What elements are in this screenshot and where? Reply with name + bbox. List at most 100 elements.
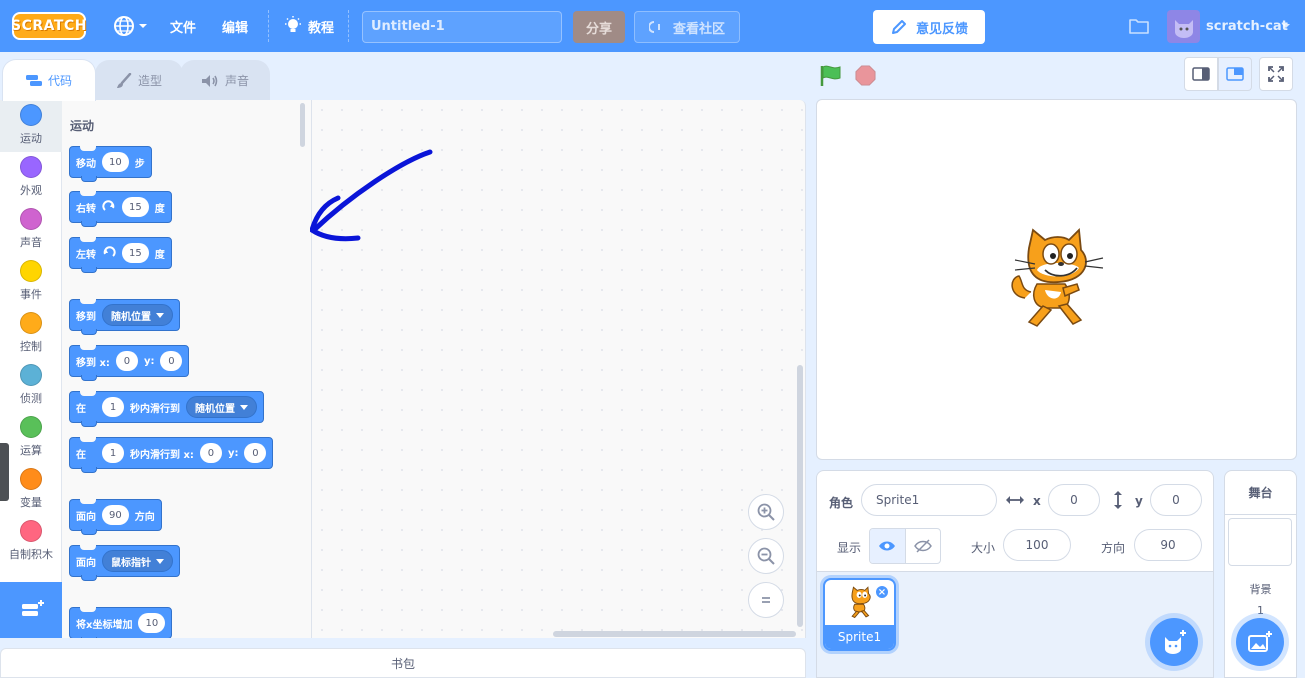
username-label[interactable]: scratch-cat bbox=[1206, 0, 1288, 52]
scratch-cat-sprite[interactable] bbox=[1007, 226, 1107, 334]
normal-stage-icon bbox=[1226, 67, 1244, 81]
add-backdrop-button[interactable] bbox=[1236, 618, 1284, 666]
point-direction-block[interactable]: 面向 90 方向 bbox=[69, 499, 162, 535]
eye-slash-icon bbox=[914, 539, 932, 553]
vertical-arrows-icon bbox=[1114, 491, 1122, 509]
stage-canvas[interactable] bbox=[816, 99, 1297, 460]
direction-input[interactable]: 90 bbox=[102, 505, 129, 525]
workspace-horizontal-scrollbar[interactable] bbox=[553, 631, 796, 637]
size-input[interactable]: 100 bbox=[1003, 529, 1071, 561]
horizontal-arrows-icon bbox=[1006, 496, 1024, 504]
backdrops-label: 背景 bbox=[1249, 583, 1272, 596]
zoom-out-button[interactable] bbox=[748, 538, 784, 574]
scratch-logo[interactable]: SCRATCH bbox=[11, 12, 86, 40]
category-sensing[interactable]: 侦测 bbox=[0, 360, 62, 412]
x-input[interactable]: 0 bbox=[199, 443, 222, 463]
workspace-vertical-scrollbar[interactable] bbox=[797, 365, 803, 627]
x-input[interactable]: 0 bbox=[115, 351, 138, 371]
category-sound[interactable]: 声音 bbox=[0, 204, 62, 256]
change-x-input[interactable]: 10 bbox=[138, 613, 166, 633]
edit-menu[interactable]: 编辑 bbox=[222, 0, 248, 52]
chevron-down-icon[interactable] bbox=[1281, 22, 1291, 30]
resize-handle[interactable] bbox=[0, 443, 9, 501]
globe-icon bbox=[114, 16, 134, 36]
turn-left-block[interactable]: 左转 15 度 bbox=[69, 237, 172, 273]
block-label: 移到 bbox=[76, 311, 96, 323]
stage-panel-title: 舞台 bbox=[1225, 471, 1296, 515]
stop-icon[interactable] bbox=[855, 65, 876, 86]
block-label: 右转 bbox=[76, 203, 96, 215]
degrees-input[interactable]: 15 bbox=[122, 243, 149, 263]
zoom-reset-button[interactable] bbox=[748, 582, 784, 618]
project-title-input[interactable]: Untitled-1 bbox=[362, 11, 562, 43]
goto-target-dropdown[interactable]: 随机位置 bbox=[102, 304, 173, 326]
goto-xy-block[interactable]: 移到 x: 0 y: 0 bbox=[69, 345, 190, 381]
language-menu[interactable] bbox=[113, 0, 148, 52]
category-looks[interactable]: 外观 bbox=[0, 152, 62, 204]
tab-code[interactable]: 代码 bbox=[2, 59, 96, 101]
stage-thumbnail[interactable] bbox=[1228, 518, 1292, 566]
block-label: y: bbox=[227, 447, 239, 459]
pencil-icon bbox=[891, 20, 906, 34]
see-community-button[interactable]: 查看社区 bbox=[634, 11, 740, 43]
hide-sprite-button[interactable] bbox=[904, 529, 940, 563]
direction-input[interactable]: 90 bbox=[1134, 529, 1202, 561]
point-towards-block[interactable]: 面向 鼠标指针 bbox=[69, 545, 180, 581]
seconds-input[interactable]: 1 bbox=[102, 397, 124, 417]
x-position-input[interactable]: 0 bbox=[1048, 484, 1100, 516]
y-input[interactable]: 0 bbox=[160, 351, 183, 371]
tab-code-label: 代码 bbox=[47, 74, 72, 88]
glide-target-dropdown[interactable]: 随机位置 bbox=[186, 396, 257, 418]
share-button[interactable]: 分享 bbox=[573, 11, 625, 43]
category-motion[interactable]: 运动 bbox=[0, 100, 62, 152]
looks-color-dot bbox=[20, 156, 42, 178]
eye-icon bbox=[879, 541, 896, 551]
add-sprite-button[interactable] bbox=[1150, 618, 1198, 666]
brush-icon bbox=[116, 72, 132, 88]
seconds-input[interactable]: 1 bbox=[102, 443, 124, 463]
glide-xy-block[interactable]: 在 1 秒内滑行到 x: 0 y: 0 bbox=[69, 437, 274, 473]
tab-costumes[interactable]: 造型 bbox=[95, 60, 183, 100]
category-label: 事件 bbox=[20, 288, 42, 301]
backdrops-count: 1 bbox=[1257, 604, 1264, 617]
goto-block[interactable]: 移到 随机位置 bbox=[69, 299, 180, 335]
category-control[interactable]: 控制 bbox=[0, 308, 62, 360]
tutorials-button[interactable]: 教程 bbox=[284, 0, 334, 52]
change-x-block[interactable]: 将x坐标增加 10 bbox=[69, 607, 173, 638]
fullscreen-button[interactable] bbox=[1259, 57, 1293, 91]
steps-input[interactable]: 10 bbox=[102, 152, 129, 172]
block-label: 秒内滑行到 bbox=[130, 403, 180, 415]
normal-stage-button[interactable] bbox=[1218, 57, 1252, 91]
add-extension-button[interactable] bbox=[0, 582, 66, 638]
zoom-in-button[interactable] bbox=[748, 494, 784, 530]
folder-icon[interactable] bbox=[1128, 16, 1150, 36]
glide-to-block[interactable]: 在 1 秒内滑行到 随机位置 bbox=[69, 391, 264, 427]
y-input[interactable]: 0 bbox=[244, 443, 267, 463]
y-position-input[interactable]: 0 bbox=[1150, 484, 1202, 516]
show-sprite-button[interactable] bbox=[870, 529, 905, 563]
category-label: 控制 bbox=[20, 340, 42, 353]
avatar[interactable] bbox=[1167, 10, 1200, 43]
category-operators[interactable]: 运算 bbox=[0, 412, 62, 464]
tab-costumes-label: 造型 bbox=[137, 74, 162, 88]
category-my-blocks[interactable]: 自制积木 bbox=[0, 516, 62, 568]
move-steps-block[interactable]: 移动 10 步 bbox=[69, 146, 152, 182]
operators-color-dot bbox=[20, 416, 42, 438]
code-workspace[interactable] bbox=[310, 100, 806, 638]
feedback-button[interactable]: 意见反馈 bbox=[873, 10, 985, 44]
tab-sounds[interactable]: 声音 bbox=[180, 60, 270, 100]
block-label: 左转 bbox=[76, 249, 96, 261]
turn-right-block[interactable]: 右转 15 度 bbox=[69, 191, 172, 227]
block-label: 方向 bbox=[134, 511, 155, 523]
sprite-name-input[interactable]: Sprite1 bbox=[861, 484, 997, 516]
small-stage-button[interactable] bbox=[1184, 57, 1218, 91]
file-menu[interactable]: 文件 bbox=[170, 0, 196, 52]
category-variables[interactable]: 变量 bbox=[0, 464, 62, 516]
degrees-input[interactable]: 15 bbox=[122, 197, 149, 217]
backpack-bar[interactable]: 书包 bbox=[0, 648, 806, 678]
palette-scrollbar[interactable] bbox=[300, 103, 305, 147]
green-flag-icon[interactable] bbox=[818, 64, 844, 88]
point-target-dropdown[interactable]: 鼠标指针 bbox=[102, 550, 173, 572]
category-events[interactable]: 事件 bbox=[0, 256, 62, 308]
delete-sprite-button[interactable]: × bbox=[875, 585, 889, 599]
